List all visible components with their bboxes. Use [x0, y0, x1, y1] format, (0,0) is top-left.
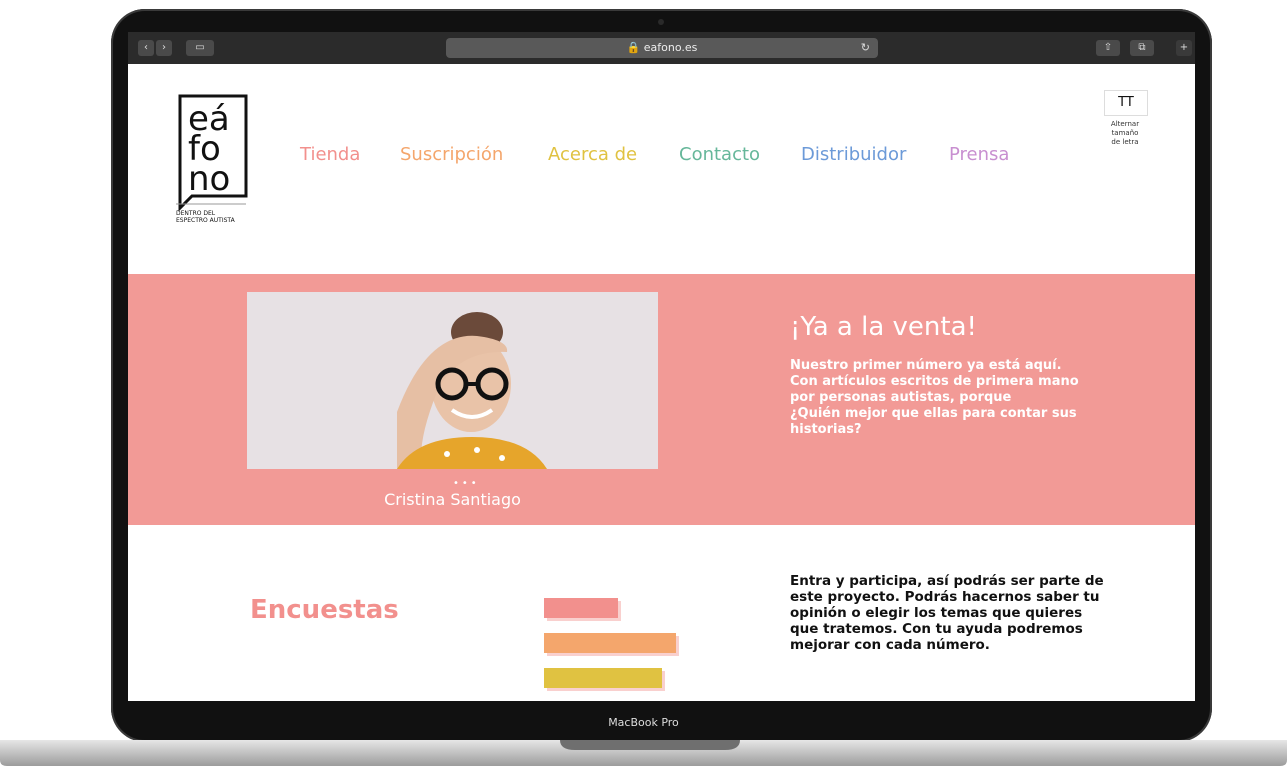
nav-contacto[interactable]: Contacto [679, 144, 801, 165]
hero-portrait-image [247, 292, 658, 469]
hero-body: Nuestro primer número ya está aquí. Con … [790, 358, 1079, 405]
hero-caption: Cristina Santiago [384, 490, 521, 509]
nav-distribuidor[interactable]: Distribuidor [801, 144, 949, 165]
sidebar-toggle-button[interactable]: ▭ [186, 40, 214, 56]
hero-photo[interactable] [247, 292, 658, 469]
hero-emphasis: ¿Quién mejor que ellas para contar sus h… [790, 406, 1077, 437]
decorative-bar-2 [544, 633, 676, 653]
hero-description: Nuestro primer número ya está aquí. Con … [790, 358, 1090, 438]
nav-tienda[interactable]: Tienda [300, 144, 400, 165]
lock-icon: 🔒 [626, 41, 644, 54]
text-size-icon: TT [1118, 95, 1134, 110]
share-button[interactable]: ⇧ [1096, 40, 1120, 56]
site-header: eá fo no DENTRO DEL ESPECTRO AUTISTA Tie… [128, 64, 1195, 274]
surveys-description: Entra y participa, así podrás ser parte … [790, 573, 1104, 653]
laptop-base [0, 740, 1287, 766]
tabs-button[interactable]: ⧉ [1130, 40, 1154, 56]
logo-tagline: DENTRO DEL ESPECTRO AUTISTA [176, 210, 235, 224]
text-size-label: Alternar tamaño de letra [1110, 120, 1140, 146]
logo[interactable]: eá fo no DENTRO DEL ESPECTRO AUTISTA [176, 92, 256, 232]
device-label: MacBook Pro [608, 716, 679, 729]
browser-toolbar: ‹ › ▭ 🔒 eafono.es ↻ ⇧ ⧉ + [128, 32, 1195, 64]
nav-prensa[interactable]: Prensa [949, 144, 1019, 165]
new-tab-button[interactable]: + [1176, 40, 1192, 56]
camera-icon [658, 19, 664, 25]
url-text: eafono.es [643, 41, 698, 54]
back-button[interactable]: ‹ [138, 40, 154, 56]
logo-line-3: no [188, 159, 230, 199]
carousel-dots[interactable]: ••• [453, 478, 480, 489]
surveys-title[interactable]: Encuestas [250, 595, 399, 625]
screen: ‹ › ▭ 🔒 eafono.es ↻ ⇧ ⧉ + eá fo no DENTR… [128, 32, 1195, 701]
main-nav: Tienda Suscripción Acerca de Contacto Di… [300, 144, 1019, 165]
reload-icon[interactable]: ↻ [861, 38, 870, 58]
forward-button[interactable]: › [156, 40, 172, 56]
address-bar[interactable]: 🔒 eafono.es ↻ [446, 38, 878, 58]
nav-suscripcion[interactable]: Suscripción [400, 144, 548, 165]
decorative-bar-3 [544, 668, 662, 688]
text-size-toggle-button[interactable]: TT [1104, 90, 1148, 116]
nav-acerca-de[interactable]: Acerca de [548, 144, 679, 165]
decorative-bar-1 [544, 598, 618, 618]
surveys-section: Encuestas Entra y participa, así podrás … [128, 525, 1195, 701]
hero-banner: ••• Cristina Santiago ¡Ya a la venta! Nu… [128, 274, 1195, 525]
hero-title: ¡Ya a la venta! [790, 312, 977, 342]
